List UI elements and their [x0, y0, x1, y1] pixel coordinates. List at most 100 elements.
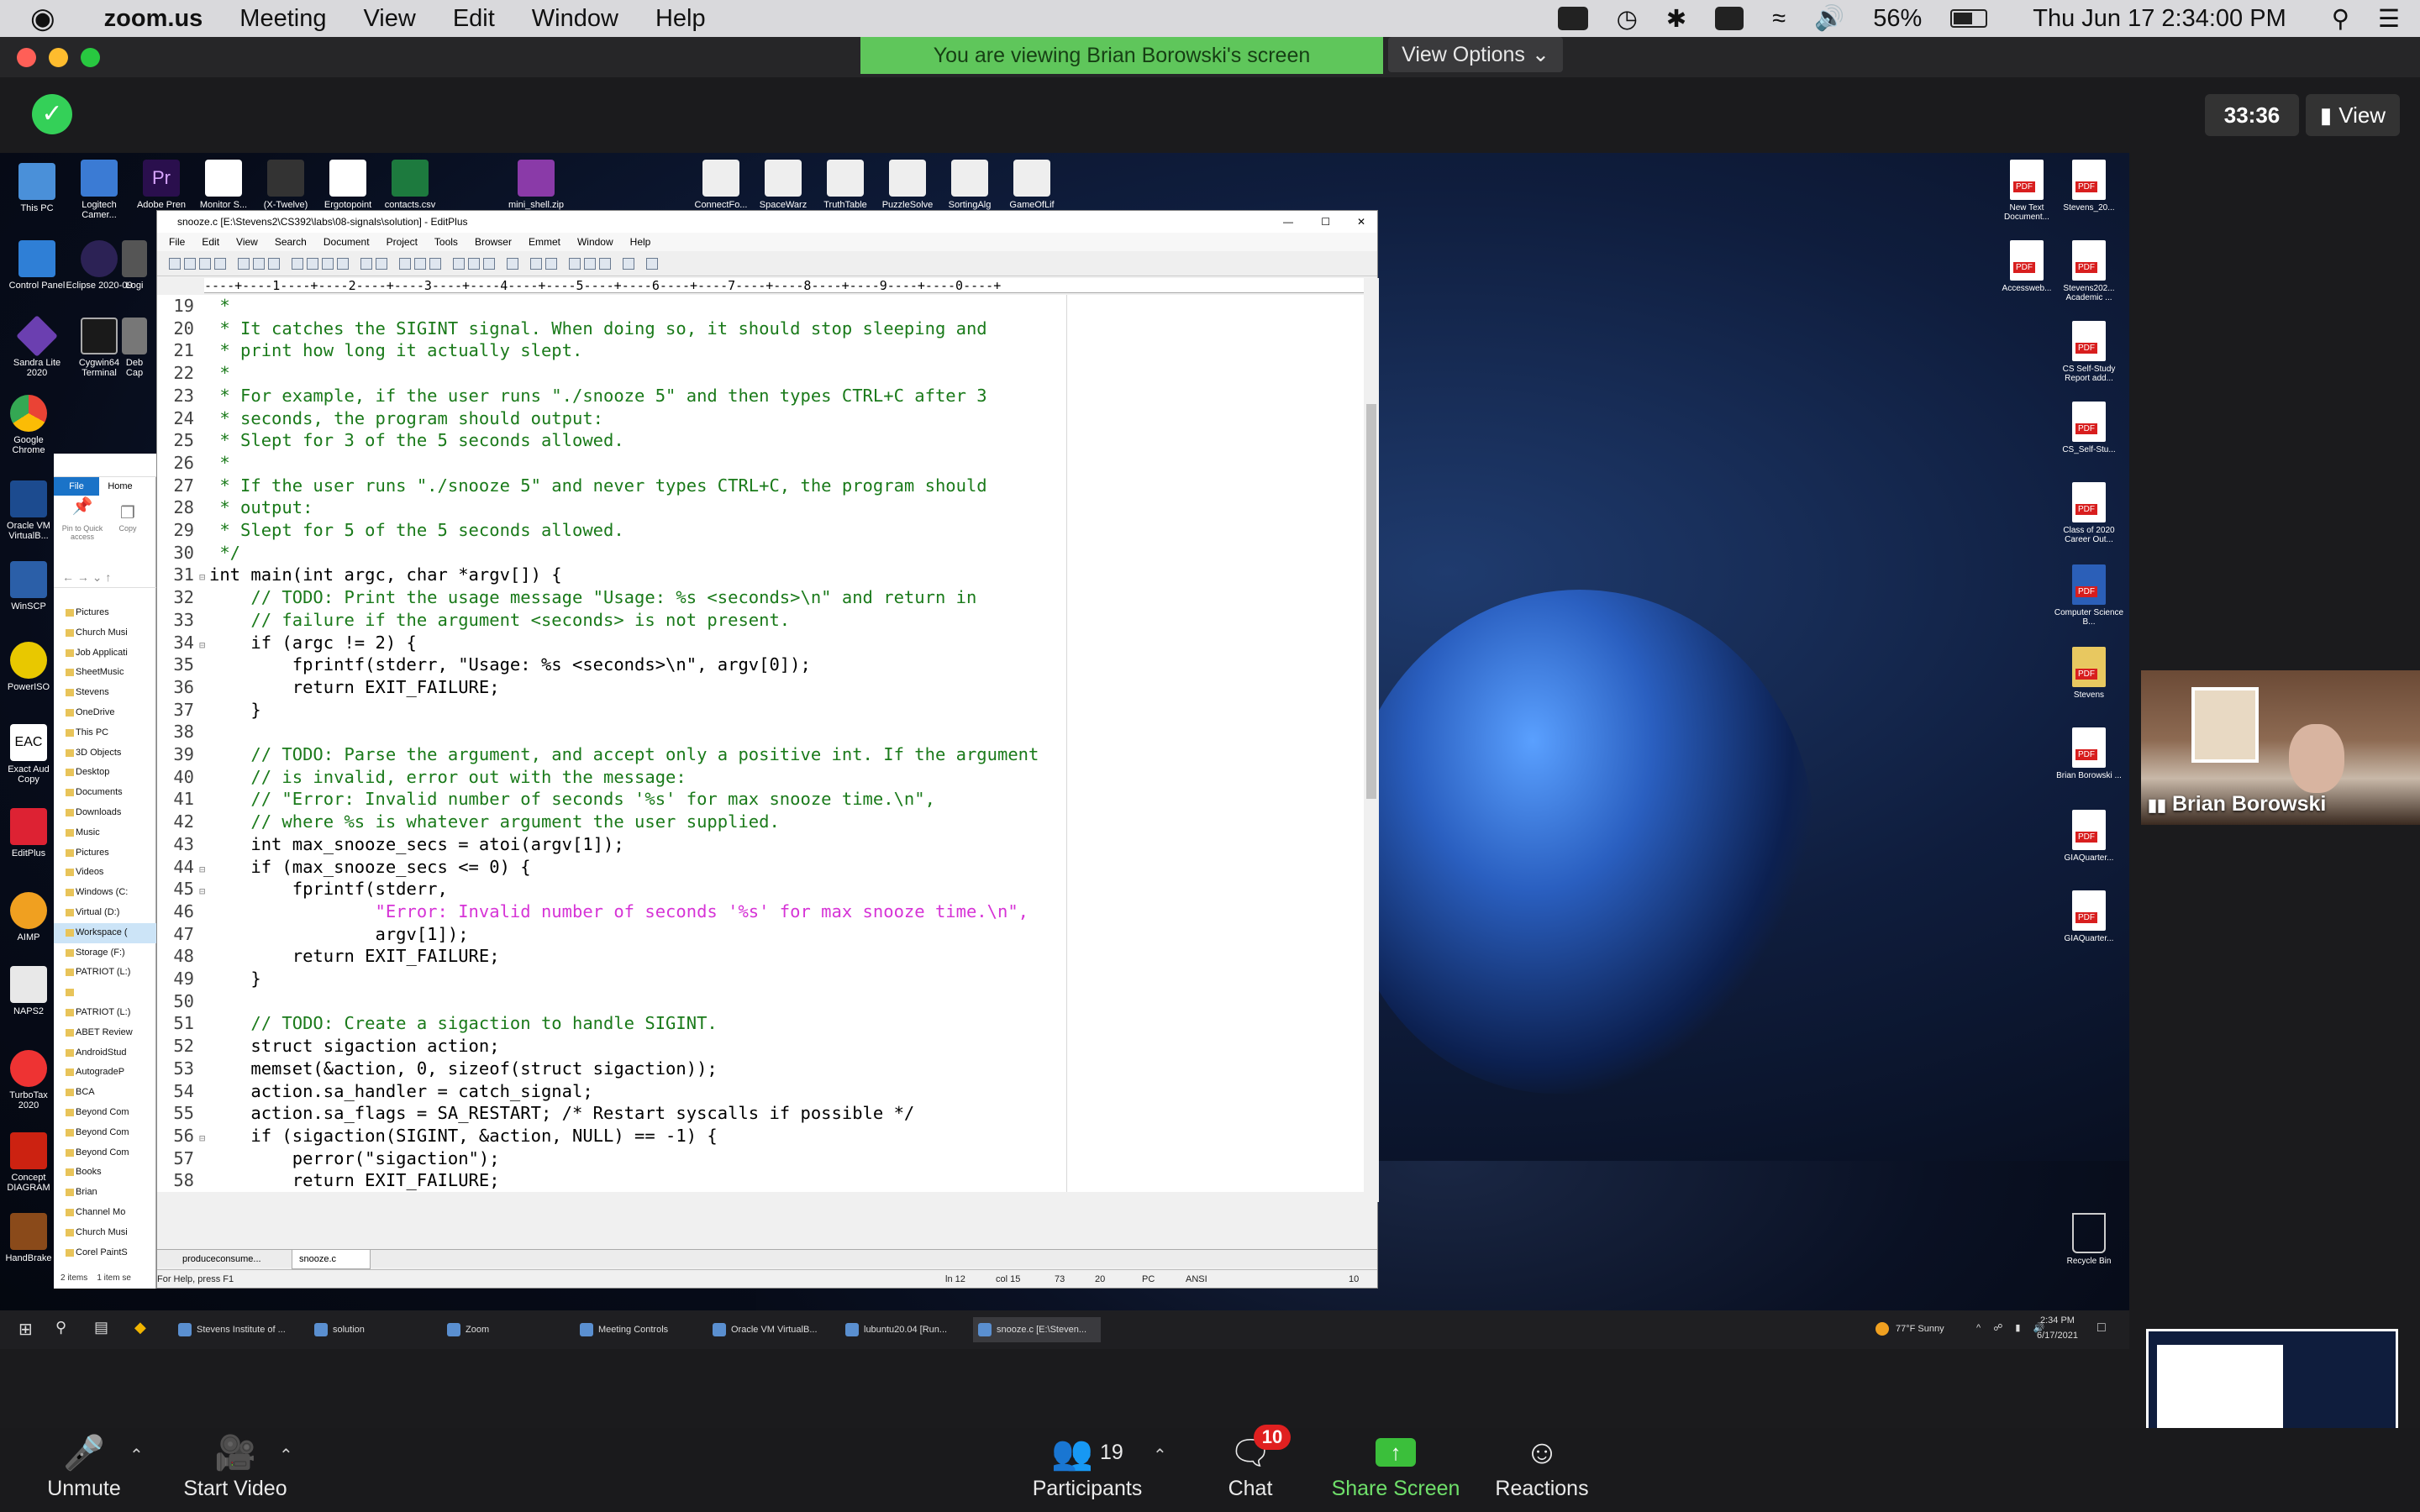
nav-item[interactable]: Beyond Com	[54, 1143, 156, 1163]
menu-document[interactable]: Document	[324, 233, 370, 251]
nav-item[interactable]: Job Applicati	[54, 643, 156, 664]
desktop-icon[interactable]: PuzzleSolve	[874, 160, 941, 210]
new-file-icon[interactable]	[169, 258, 181, 270]
nav-item[interactable]: PATRIOT (L:)	[54, 963, 156, 983]
desktop-icon[interactable]: EditPlus	[3, 808, 54, 858]
audio-options-chevron-icon[interactable]: ⌃	[129, 1445, 144, 1466]
nav-item[interactable]: Videos	[54, 863, 156, 883]
bluetooth-icon[interactable]: ✱	[1666, 4, 1686, 34]
copy-button[interactable]: ❐ Copy	[111, 502, 145, 533]
taskbar-item[interactable]: Oracle VM VirtualB...	[708, 1317, 830, 1342]
desktop-icon[interactable]: Class of 2020 Career Out...	[2054, 482, 2124, 544]
code-editor[interactable]: 19 * 20 * It catches the SIGINT signal. W…	[157, 295, 1364, 1192]
desktop-icon[interactable]: Ergotopoint	[314, 160, 381, 210]
desktop-icon[interactable]: Logitech Camer...	[66, 160, 133, 220]
vertical-scrollbar[interactable]	[1364, 278, 1379, 1202]
code-line[interactable]: 20 * It catches the SIGINT signal. When …	[157, 318, 1359, 340]
desktop-icon[interactable]: Monitor S...	[190, 160, 257, 210]
print-preview-icon[interactable]	[253, 258, 265, 270]
desktop-icon[interactable]: TurboTax 2020	[3, 1050, 54, 1110]
nav-item[interactable]: Church Musi	[54, 623, 156, 643]
nav-item[interactable]: Windows (C:	[54, 883, 156, 903]
nav-item[interactable]: Documents	[54, 783, 156, 803]
code-line[interactable]: 55 action.sa_flags = SA_RESTART; /* Rest…	[157, 1102, 1359, 1125]
control-center-icon[interactable]: ☰	[2378, 4, 2400, 34]
scrollbar-thumb[interactable]	[1366, 404, 1376, 799]
desktop-icon[interactable]: PowerISO	[3, 642, 54, 692]
search-icon[interactable]: ⚲	[55, 1319, 66, 1336]
unmute-button[interactable]: 🎤 Unmute	[34, 1428, 134, 1512]
desktop-icon[interactable]: Sandra Lite 2020	[3, 315, 71, 378]
code-line[interactable]: 41 // "Error: Invalid number of seconds …	[157, 788, 1359, 811]
menu-help[interactable]: Help	[630, 233, 651, 251]
participants-button[interactable]: 👥 19 Participants	[1020, 1428, 1155, 1512]
menu-window[interactable]: Window	[532, 5, 618, 33]
desktop-icon[interactable]: Pr Adobe Pren	[128, 160, 195, 210]
fold-toggle-icon[interactable]: ⊟	[199, 1127, 209, 1150]
code-line[interactable]: 46 "Error: Invalid number of seconds '%s…	[157, 900, 1359, 923]
code-line[interactable]: 29 * Slept for 5 of the 5 seconds allowe…	[157, 519, 1359, 542]
cut-icon[interactable]	[292, 258, 303, 270]
desktop-icon[interactable]: mini_shell.zip	[502, 160, 570, 210]
desktop-icon[interactable]: GIAQuarter...	[2054, 810, 2124, 863]
code-line[interactable]: 27 * If the user runs "./snooze 5" and n…	[157, 475, 1359, 497]
desktop-icon[interactable]: Computer Science B...	[2054, 564, 2124, 627]
code-line[interactable]: 47 argv[1]);	[157, 923, 1359, 946]
menu-meeting[interactable]: Meeting	[239, 5, 326, 33]
code-line[interactable]: 31 ⊟ int main(int argc, char *argv[]) {	[157, 564, 1359, 586]
desktop-icon[interactable]: Concept DIAGRAM	[3, 1132, 54, 1193]
code-line[interactable]: 26 *	[157, 452, 1359, 475]
participants-chevron-icon[interactable]: ⌃	[1153, 1445, 1167, 1466]
fold-toggle-icon[interactable]: ⊟	[199, 566, 209, 589]
taskbar-item-active[interactable]: snooze.c [E:\Steven...	[973, 1317, 1101, 1342]
desktop-icon[interactable]: AIMP	[3, 892, 54, 942]
nav-item[interactable]: PATRIOT (L:)	[54, 1003, 156, 1023]
file-tab-produceconsume[interactable]: produceconsume...	[176, 1250, 268, 1268]
fold-toggle-icon[interactable]: ⊟	[199, 858, 209, 881]
paste-icon[interactable]	[322, 258, 334, 270]
nav-item[interactable]: Corel PaintS	[54, 1243, 156, 1263]
code-line[interactable]: 39 // TODO: Parse the argument, and acce…	[157, 743, 1359, 766]
nav-item[interactable]: BCA	[54, 1083, 156, 1103]
view-button[interactable]: ▮ View	[2306, 94, 2400, 136]
code-line[interactable]: 24 * seconds, the program should output:	[157, 407, 1359, 430]
desktop-icon[interactable]: EAC Exact Aud Copy	[3, 724, 54, 785]
code-line[interactable]: 34 ⊟ if (argc != 2) {	[157, 632, 1359, 654]
view-options-button[interactable]: View Options ⌄	[1388, 37, 1563, 72]
desktop-icon[interactable]: New Text Document...	[1991, 160, 2062, 222]
menu-search[interactable]: Search	[275, 233, 307, 251]
find-in-files-icon[interactable]	[429, 258, 441, 270]
desktop-icon[interactable]: GameOfLif	[998, 160, 1065, 210]
code-line[interactable]: 52 struct sigaction action;	[157, 1035, 1359, 1058]
code-line[interactable]: 49 }	[157, 968, 1359, 990]
desktop-icon[interactable]: This PC	[3, 163, 71, 213]
desktop-icon[interactable]: NAPS2	[3, 966, 54, 1016]
open-file-icon[interactable]	[184, 258, 196, 270]
code-line[interactable]: 51 // TODO: Create a sigaction to handle…	[157, 1012, 1359, 1035]
nav-item[interactable]: Downloads	[54, 803, 156, 823]
battery-percent[interactable]: 56%	[1873, 5, 1922, 33]
spell-check-icon[interactable]	[268, 258, 280, 270]
code-line[interactable]: 32 // TODO: Print the usage message "Usa…	[157, 586, 1359, 609]
redo-icon[interactable]	[376, 258, 387, 270]
desktop-icon[interactable]: Deb Cap	[118, 318, 151, 378]
menubar-clock[interactable]: Thu Jun 17 2:34:00 PM	[2033, 5, 2286, 33]
word-wrap-icon[interactable]	[453, 258, 465, 270]
menu-view[interactable]: View	[363, 5, 415, 33]
code-line[interactable]: 57 perror("sigaction");	[157, 1147, 1359, 1170]
hex-view-icon[interactable]	[530, 258, 542, 270]
help-icon[interactable]	[646, 258, 658, 270]
desktop-icon[interactable]: TruthTable	[812, 160, 879, 210]
taskbar-date[interactable]: 6/17/2021	[2037, 1331, 2078, 1341]
code-line[interactable]: 56 ⊟ if (sigaction(SIGINT, &action, NULL)…	[157, 1125, 1359, 1147]
security-shield-icon[interactable]: ✓	[32, 94, 72, 134]
explorer-tab-home[interactable]: Home	[99, 477, 141, 496]
fold-toggle-icon[interactable]: ⊟	[199, 634, 209, 657]
code-line[interactable]: 40 // is invalid, error out with the mes…	[157, 766, 1359, 789]
directory-icon[interactable]	[599, 258, 611, 270]
menu-file[interactable]: File	[169, 233, 185, 251]
desktop-icon[interactable]: CS Self-Study Report add...	[2054, 321, 2124, 383]
menu-project[interactable]: Project	[387, 233, 418, 251]
time-machine-icon[interactable]: ◷	[1617, 4, 1638, 34]
taskbar-item[interactable]: lubuntu20.04 [Run...	[840, 1317, 963, 1342]
